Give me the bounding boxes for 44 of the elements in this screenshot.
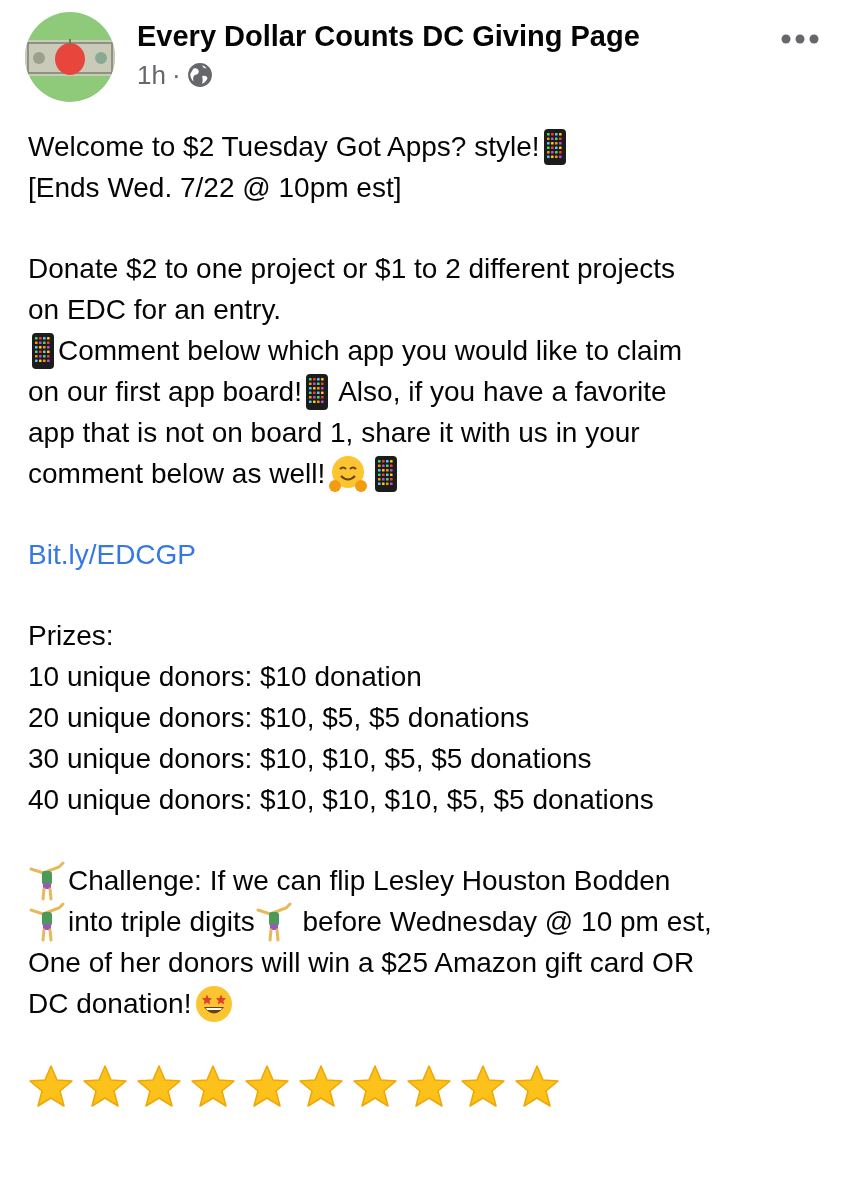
post-text: on EDC for an entry. xyxy=(28,293,282,327)
star-icon xyxy=(28,1064,74,1108)
cartwheel-figure-icon xyxy=(29,901,67,942)
post-link[interactable]: Bit.ly/EDCGP xyxy=(28,534,197,575)
hugging-face-icon xyxy=(328,453,369,494)
star-icon xyxy=(190,1064,236,1108)
phone-icon xyxy=(304,372,329,411)
post-text: Comment below which app you would like to claim xyxy=(58,334,683,368)
post-text: 40 unique donors: $10, $10, $10, $5, $5 donations xyxy=(28,783,654,817)
post-time: 1h xyxy=(137,59,166,92)
star-icon xyxy=(298,1064,344,1108)
star-icon xyxy=(352,1064,398,1108)
star-icon xyxy=(244,1064,290,1108)
post-text: 20 unique donors: $10, $5, $5 donations xyxy=(28,701,530,735)
post-text: One of her donors will win a $25 Amazon gift card OR xyxy=(28,946,695,980)
star-icon xyxy=(406,1064,452,1108)
star-icon xyxy=(460,1064,506,1108)
post-text: Challenge: If we can flip Lesley Houston Bodden xyxy=(68,864,671,898)
post-text: Donate $2 to one project or $1 to 2 different projects xyxy=(28,252,675,286)
post-text: 10 unique donors: $10 donation xyxy=(28,660,422,694)
cartwheel-figure-icon xyxy=(29,860,67,901)
phone-icon xyxy=(542,127,567,166)
post-text: 30 unique donors: $10, $10, $5, $5 donations xyxy=(28,742,592,776)
separator-dot: · xyxy=(171,59,181,92)
post-text: app that is not on board 1, share it with us in your xyxy=(28,416,640,450)
post-text: Also, if you have a favorite xyxy=(337,375,667,409)
phone-icon xyxy=(31,331,55,370)
phone-icon xyxy=(374,454,399,493)
post-text: before Wednesday @ 10 pm est, xyxy=(301,905,712,939)
post-text: comment below as well! xyxy=(28,457,326,491)
more-icon xyxy=(781,34,819,44)
cartwheel-figure-icon xyxy=(255,901,294,942)
star-icon xyxy=(514,1064,560,1108)
star-eyes-face-icon xyxy=(194,983,235,1024)
post-text: [Ends Wed. 7/22 @ 10pm est] xyxy=(28,171,402,205)
post-text: on our first app board! xyxy=(28,375,302,409)
post-text: into triple digits xyxy=(68,905,255,939)
globe-icon xyxy=(186,62,213,88)
star-icon xyxy=(82,1064,128,1108)
post-text: Prizes: xyxy=(28,619,114,653)
post-text: Welcome to $2 Tuesday Got Apps? style! xyxy=(28,130,540,164)
star-icon xyxy=(136,1064,182,1108)
post-text: DC donation! xyxy=(28,987,192,1021)
page-name[interactable]: Every Dollar Counts DC Giving Page xyxy=(137,14,777,58)
